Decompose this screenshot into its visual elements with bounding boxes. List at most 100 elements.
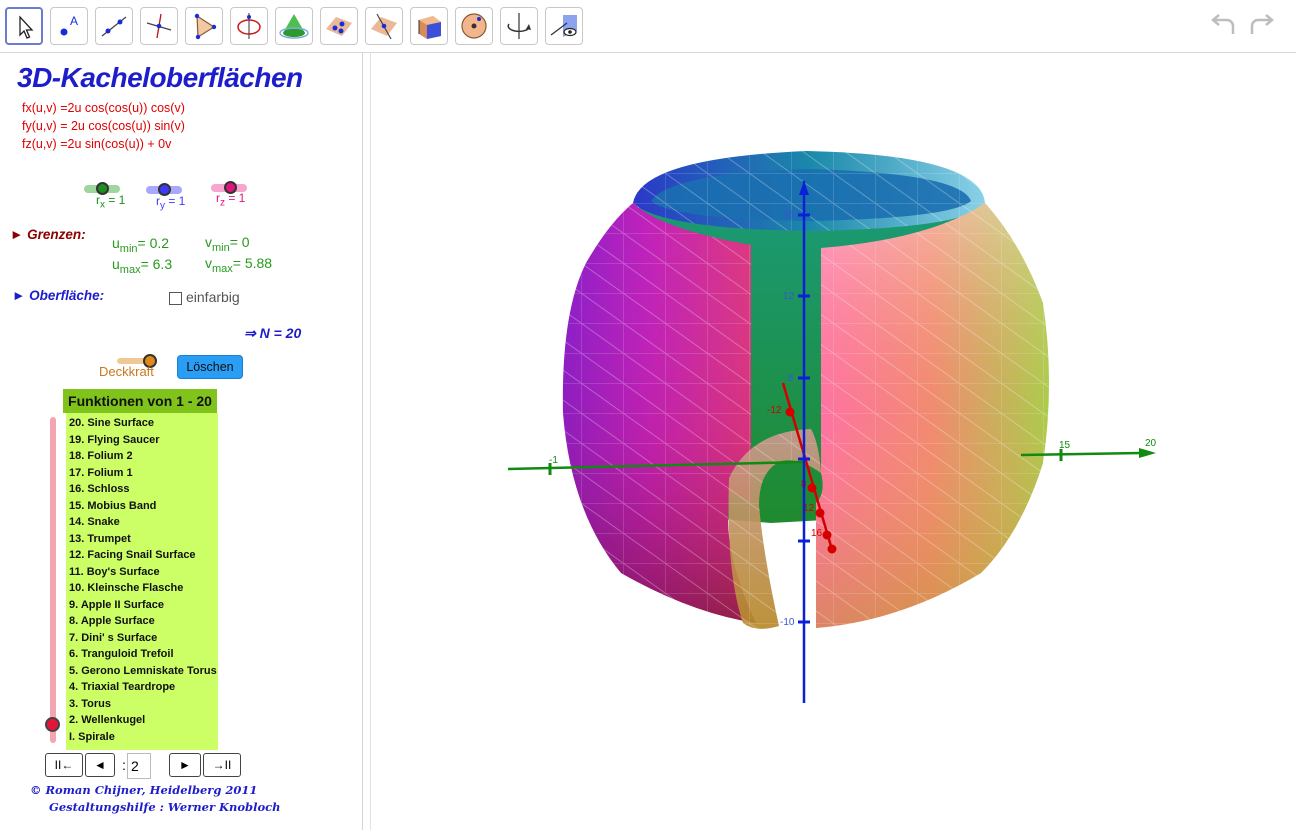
surface-right-mesh: [816, 203, 1049, 628]
function-item[interactable]: 6. Tranguloid Trefoil: [69, 648, 174, 660]
page-title: 3D-Kacheloberflächen: [17, 62, 303, 93]
3d-view[interactable]: -1 15 20 -12 8 12 16 16 12 8 -10: [371, 53, 1296, 830]
plane-points-icon: [326, 17, 352, 36]
v-min-value: vmin= 0: [205, 234, 250, 254]
function-slider-track[interactable]: [50, 417, 56, 743]
move-tool-button[interactable]: [5, 7, 43, 45]
point-label: A: [70, 14, 78, 28]
formula-fx: fx(u,v) =2u cos(cos(u)) cos(v): [22, 101, 185, 115]
toolbar: A: [0, 0, 1296, 53]
undo-icon[interactable]: [1208, 12, 1238, 40]
polygon-tool-button[interactable]: [185, 7, 223, 45]
rotate-tool-button[interactable]: [500, 7, 538, 45]
circle-tool-button[interactable]: [230, 7, 268, 45]
n-value: ⇒ N = 20: [244, 325, 302, 341]
copyright-author: © Roman Chijner, Heidelberg 2011: [30, 783, 258, 797]
y-axis-point: [815, 508, 825, 518]
prism-tool-button[interactable]: [410, 7, 448, 45]
v-max-value: vmax= 5.88: [205, 255, 273, 275]
copyright-helper: Gestaltungshilfe : Werner Knobloch: [49, 800, 281, 814]
panel-divider[interactable]: [363, 53, 371, 830]
line-tool-button[interactable]: [95, 7, 133, 45]
x-tick-label: -1: [549, 455, 558, 466]
einfarbig-label: einfarbig: [186, 289, 240, 305]
y-axis-point: [822, 530, 832, 540]
einfarbig-checkbox[interactable]: [169, 292, 182, 305]
eye-icon: [550, 15, 577, 37]
point-icon: A: [60, 14, 78, 36]
z-tick-label: 12: [783, 291, 795, 302]
function-item[interactable]: 19. Flying Saucer: [69, 434, 159, 446]
perpendicular-line-icon: [146, 13, 172, 39]
view-direction-tool-button[interactable]: [545, 7, 583, 45]
x-axis-arrow-icon: [1139, 448, 1156, 458]
rz-label: rz = 1: [216, 191, 246, 209]
loeschen-button[interactable]: Löschen: [177, 355, 243, 379]
function-item[interactable]: 3. Torus: [69, 698, 111, 710]
function-number-input[interactable]: 2: [127, 753, 151, 779]
function-item[interactable]: 17. Folium 1: [69, 467, 133, 479]
function-item[interactable]: 16. Schloss: [69, 483, 130, 495]
function-item[interactable]: I. Spirale: [69, 731, 115, 743]
functions-header: Funktionen von 1 - 20: [63, 389, 217, 413]
function-item[interactable]: 14. Snake: [69, 516, 120, 528]
point-tool-button[interactable]: A: [50, 7, 88, 45]
plane-tool-button[interactable]: [365, 7, 403, 45]
3d-surface-canvas[interactable]: -1 15 20 -12 8 12 16 16 12 8 -10: [371, 53, 1296, 830]
function-item[interactable]: 15. Mobius Band: [69, 500, 156, 512]
x-tick-label: 20: [1145, 438, 1157, 449]
x-tick-label: 15: [1059, 440, 1071, 451]
function-item[interactable]: 18. Folium 2: [69, 450, 133, 462]
triangle-icon: [194, 13, 217, 40]
y-axis-point: [827, 544, 837, 554]
line-icon: [101, 16, 127, 37]
functions-list: 20. Sine Surface 19. Flying Saucer 18. F…: [66, 413, 218, 750]
function-item[interactable]: 10. Kleinsche Flasche: [69, 582, 183, 594]
pyramid-tool-button[interactable]: [275, 7, 313, 45]
sphere-icon: [461, 13, 487, 39]
ry-label: ry = 1: [156, 194, 186, 212]
redo-icon[interactable]: [1247, 12, 1277, 40]
function-item[interactable]: 20. Sine Surface: [69, 417, 154, 429]
z-tick-label: -10: [780, 617, 795, 628]
sphere-tool-button[interactable]: [455, 7, 493, 45]
function-item[interactable]: 5. Gerono Lemniskate Torus I: [69, 665, 218, 677]
function-item[interactable]: 13. Trumpet: [69, 533, 131, 545]
intersect-tool-button[interactable]: [320, 7, 358, 45]
y-tick-label: -12: [767, 405, 782, 416]
function-item[interactable]: 2. Wellenkugel: [69, 714, 145, 726]
graphics-panel: 3D-Kacheloberflächen fx(u,v) =2u cos(cos…: [0, 53, 363, 830]
y-axis-point: [807, 483, 817, 493]
first-button[interactable]: II←: [45, 753, 83, 777]
u-max-value: umax= 6.3: [112, 256, 173, 276]
z-tick-label: 8: [788, 373, 794, 384]
grenzen-label[interactable]: ► Grenzen:: [10, 227, 86, 242]
prism-icon: [418, 16, 441, 39]
cursor-arrow-icon: [19, 15, 34, 39]
nav-colon: :: [122, 757, 126, 773]
function-item[interactable]: 12. Facing Snail Surface: [69, 549, 196, 561]
prev-button[interactable]: ◄: [85, 753, 115, 777]
next-button[interactable]: ►: [169, 753, 201, 777]
deckkraft-label: Deckkraft: [99, 364, 154, 379]
last-button[interactable]: →II: [203, 753, 241, 777]
surface-rim-mesh: [633, 151, 985, 231]
u-min-value: umin= 0.2: [112, 235, 170, 255]
rotate-axis-icon: [507, 13, 531, 39]
function-item[interactable]: 11. Boy's Surface: [69, 566, 160, 578]
formula-fy: fy(u,v) = 2u cos(cos(u)) sin(v): [22, 119, 185, 133]
y-axis-point: [785, 407, 795, 417]
plane-line-icon: [371, 13, 397, 40]
surface-left-mesh: [562, 203, 756, 623]
function-item[interactable]: 4. Triaxial Teardrope: [69, 681, 175, 693]
cone-icon: [279, 14, 309, 39]
function-slider-knob[interactable]: [45, 717, 60, 732]
perpendicular-tool-button[interactable]: [140, 7, 178, 45]
function-item[interactable]: 8. Apple Surface: [69, 615, 155, 627]
oberflaeche-label[interactable]: ► Oberfläche:: [12, 288, 104, 303]
circle-axis-icon: [237, 13, 261, 39]
z-tick-label: 16: [783, 210, 795, 221]
function-item[interactable]: 7. Dini' s Surface: [69, 632, 157, 644]
function-item[interactable]: 9. Apple II Surface: [69, 599, 164, 611]
formula-fz: fz(u,v) =2u sin(cos(u)) + 0v: [22, 137, 172, 151]
